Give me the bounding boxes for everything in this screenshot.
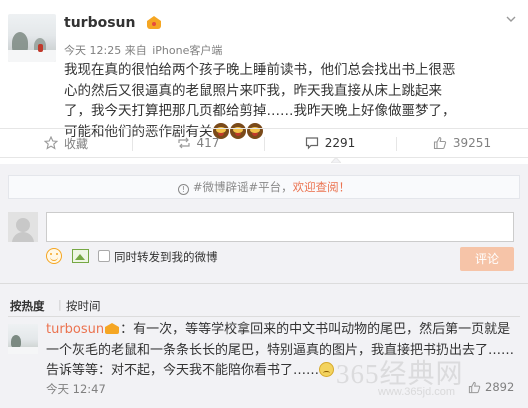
repost-icon xyxy=(177,137,190,149)
chevron-down-icon[interactable] xyxy=(506,14,516,24)
divider xyxy=(8,316,520,317)
post-source-prefix: 来自 xyxy=(124,44,147,57)
sort-by-hot[interactable]: 按热度 xyxy=(10,298,45,314)
star-icon xyxy=(43,136,58,150)
comment-username[interactable]: turbosun xyxy=(46,322,104,337)
watermark-url: www.365jd.com xyxy=(378,386,456,398)
vip-crown-icon[interactable] xyxy=(105,323,120,334)
user-avatar[interactable] xyxy=(8,14,56,62)
comment-icon xyxy=(305,137,318,150)
submit-comment-button[interactable]: 评论 xyxy=(460,247,514,271)
favorite-button[interactable]: 收藏 xyxy=(0,129,132,157)
post-source[interactable]: iPhone客户端 xyxy=(152,44,222,57)
repost-checkbox[interactable] xyxy=(98,250,110,262)
post-meta: 今天 12:25 来自 iPhone客户端 xyxy=(64,42,222,58)
like-count: 39251 xyxy=(452,136,492,150)
my-avatar xyxy=(8,212,38,242)
like-icon xyxy=(433,136,447,150)
active-tab-caret xyxy=(331,157,341,163)
smiley-icon[interactable] xyxy=(46,248,62,264)
comment-like-button[interactable]: 2892 xyxy=(468,380,514,394)
comment-avatar[interactable] xyxy=(8,324,38,354)
action-bar: 收藏 417 2291 39251 xyxy=(0,128,528,158)
hint-icon: ! xyxy=(177,184,189,195)
comment-like-count: 2892 xyxy=(485,380,515,394)
like-icon xyxy=(468,381,481,393)
sort-separator: | xyxy=(58,298,62,311)
repost-count: 417 xyxy=(196,136,220,150)
notice-link[interactable]: 欢迎查阅！ xyxy=(293,180,351,194)
repost-checkbox-label[interactable]: 同时转发到我的微博 xyxy=(114,249,218,265)
favorite-label: 收藏 xyxy=(63,136,88,151)
comment-count: 2291 xyxy=(324,136,356,150)
post-username[interactable]: turbosun xyxy=(64,15,135,31)
comment-time: 今天 12:47 xyxy=(46,382,106,396)
comment-input[interactable] xyxy=(46,212,514,242)
image-icon[interactable] xyxy=(72,249,89,263)
awkward-face-icon xyxy=(319,362,335,377)
rumor-notice: ! #微博辟谣#平台，欢迎查阅！ xyxy=(8,175,520,199)
vip-crown-icon[interactable] xyxy=(145,16,163,30)
notice-text: #微博辟谣#平台， xyxy=(192,180,293,194)
repost-button[interactable]: 417 xyxy=(132,129,264,157)
like-button[interactable]: 39251 xyxy=(396,129,528,157)
comment-button[interactable]: 2291 xyxy=(264,129,396,157)
sort-by-time[interactable]: 按时间 xyxy=(66,298,101,314)
divider xyxy=(0,283,528,284)
post-time[interactable]: 今天 12:25 xyxy=(64,44,121,57)
